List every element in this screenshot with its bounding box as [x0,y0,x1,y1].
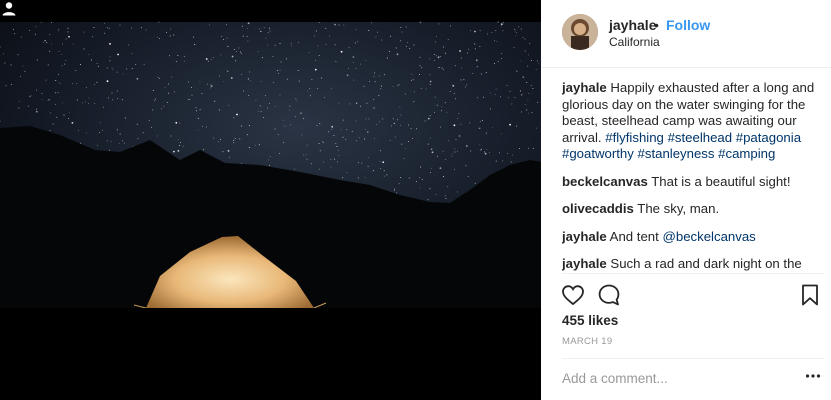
comments-list[interactable]: jayhale Happily exhausted after a long a… [562,80,824,272]
comment-tag-link[interactable]: #patagonia [736,130,801,145]
add-comment-input[interactable] [562,368,792,388]
comment-tag-link[interactable]: #goatworthy [562,146,634,161]
comment-item: jayhale Happily exhausted after a long a… [562,80,824,163]
tag-user-icon[interactable] [0,0,18,18]
comment-item: olivecaddis The sky, man. [562,201,824,218]
comment-username[interactable]: beckelcanvas [562,174,648,189]
avatar[interactable] [562,14,598,50]
comment-username[interactable]: jayhale [562,229,607,244]
follow-button[interactable]: Follow [666,17,710,33]
comment-text: That is a beautiful sight! [651,173,791,189]
comment-tag-link[interactable]: #flyfishing [605,130,664,145]
post-date[interactable]: MARCH 19 [562,336,612,347]
comment-item: jayhale Such a rad and dark night on the… [562,256,824,272]
comment-text: The sky, man. [637,201,720,216]
comment-item: beckelcanvas That is a beautiful sight! [562,174,824,191]
comment-item: jayhale And tent @beckelcanvas [562,229,824,246]
divider [562,358,824,359]
comment-tag-link[interactable]: @beckelcanvas [662,229,755,244]
comment-tag-link[interactable]: #camping [718,146,775,161]
post-author-username[interactable]: jayhale [609,17,656,33]
likes-count[interactable]: 455 likes [562,313,618,328]
comment-tag-link[interactable]: #stanleyness [638,146,715,161]
bookmark-icon[interactable] [799,283,821,307]
more-options-icon[interactable] [805,373,821,379]
post-photo[interactable] [0,0,541,400]
post-sidebar: jayhale • Follow California jayhale Happ… [541,0,831,400]
divider [562,273,824,274]
post-location[interactable]: California [609,35,660,49]
comment-username[interactable]: jayhale [562,80,607,95]
night-sky-photo [0,0,541,400]
comment-bubble-icon[interactable] [597,283,621,307]
like-heart-icon[interactable] [561,283,585,307]
separator-dot: • [654,17,659,33]
comment-username[interactable]: olivecaddis [562,201,634,216]
comment-tag-link[interactable]: #steelhead [668,130,733,145]
comment-text: And tent [609,228,663,244]
post-header: jayhale • Follow California [541,0,831,68]
comment-username[interactable]: jayhale [562,256,607,271]
